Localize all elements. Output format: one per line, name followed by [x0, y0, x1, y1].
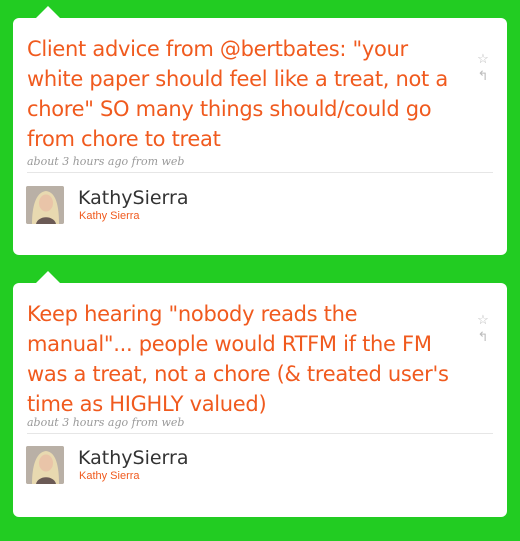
tweet-text: Client advice from @bertbates: "your whi… — [27, 37, 448, 151]
reply-icon[interactable]: ↰ — [477, 330, 489, 343]
divider — [27, 172, 493, 173]
tweet-card: Keep hearing "nobody reads the manual"..… — [13, 271, 507, 517]
tweet-text: Keep hearing "nobody reads the manual"..… — [27, 302, 449, 416]
star-icon[interactable]: ☆ — [477, 52, 489, 65]
avatar[interactable] — [26, 446, 64, 484]
avatar[interactable] — [26, 186, 64, 224]
tweet-timestamp[interactable]: about 3 hours ago from web — [27, 155, 184, 168]
username[interactable]: KathySierra — [78, 187, 188, 209]
username[interactable]: KathySierra — [78, 447, 188, 469]
tweet-card: Client advice from @bertbates: "your whi… — [13, 6, 507, 255]
full-name[interactable]: Kathy Sierra — [79, 210, 140, 222]
tweet-timestamp[interactable]: about 3 hours ago from web — [27, 416, 184, 429]
divider — [27, 433, 493, 434]
full-name[interactable]: Kathy Sierra — [79, 470, 140, 482]
star-icon[interactable]: ☆ — [477, 313, 489, 326]
reply-icon[interactable]: ↰ — [477, 69, 489, 82]
